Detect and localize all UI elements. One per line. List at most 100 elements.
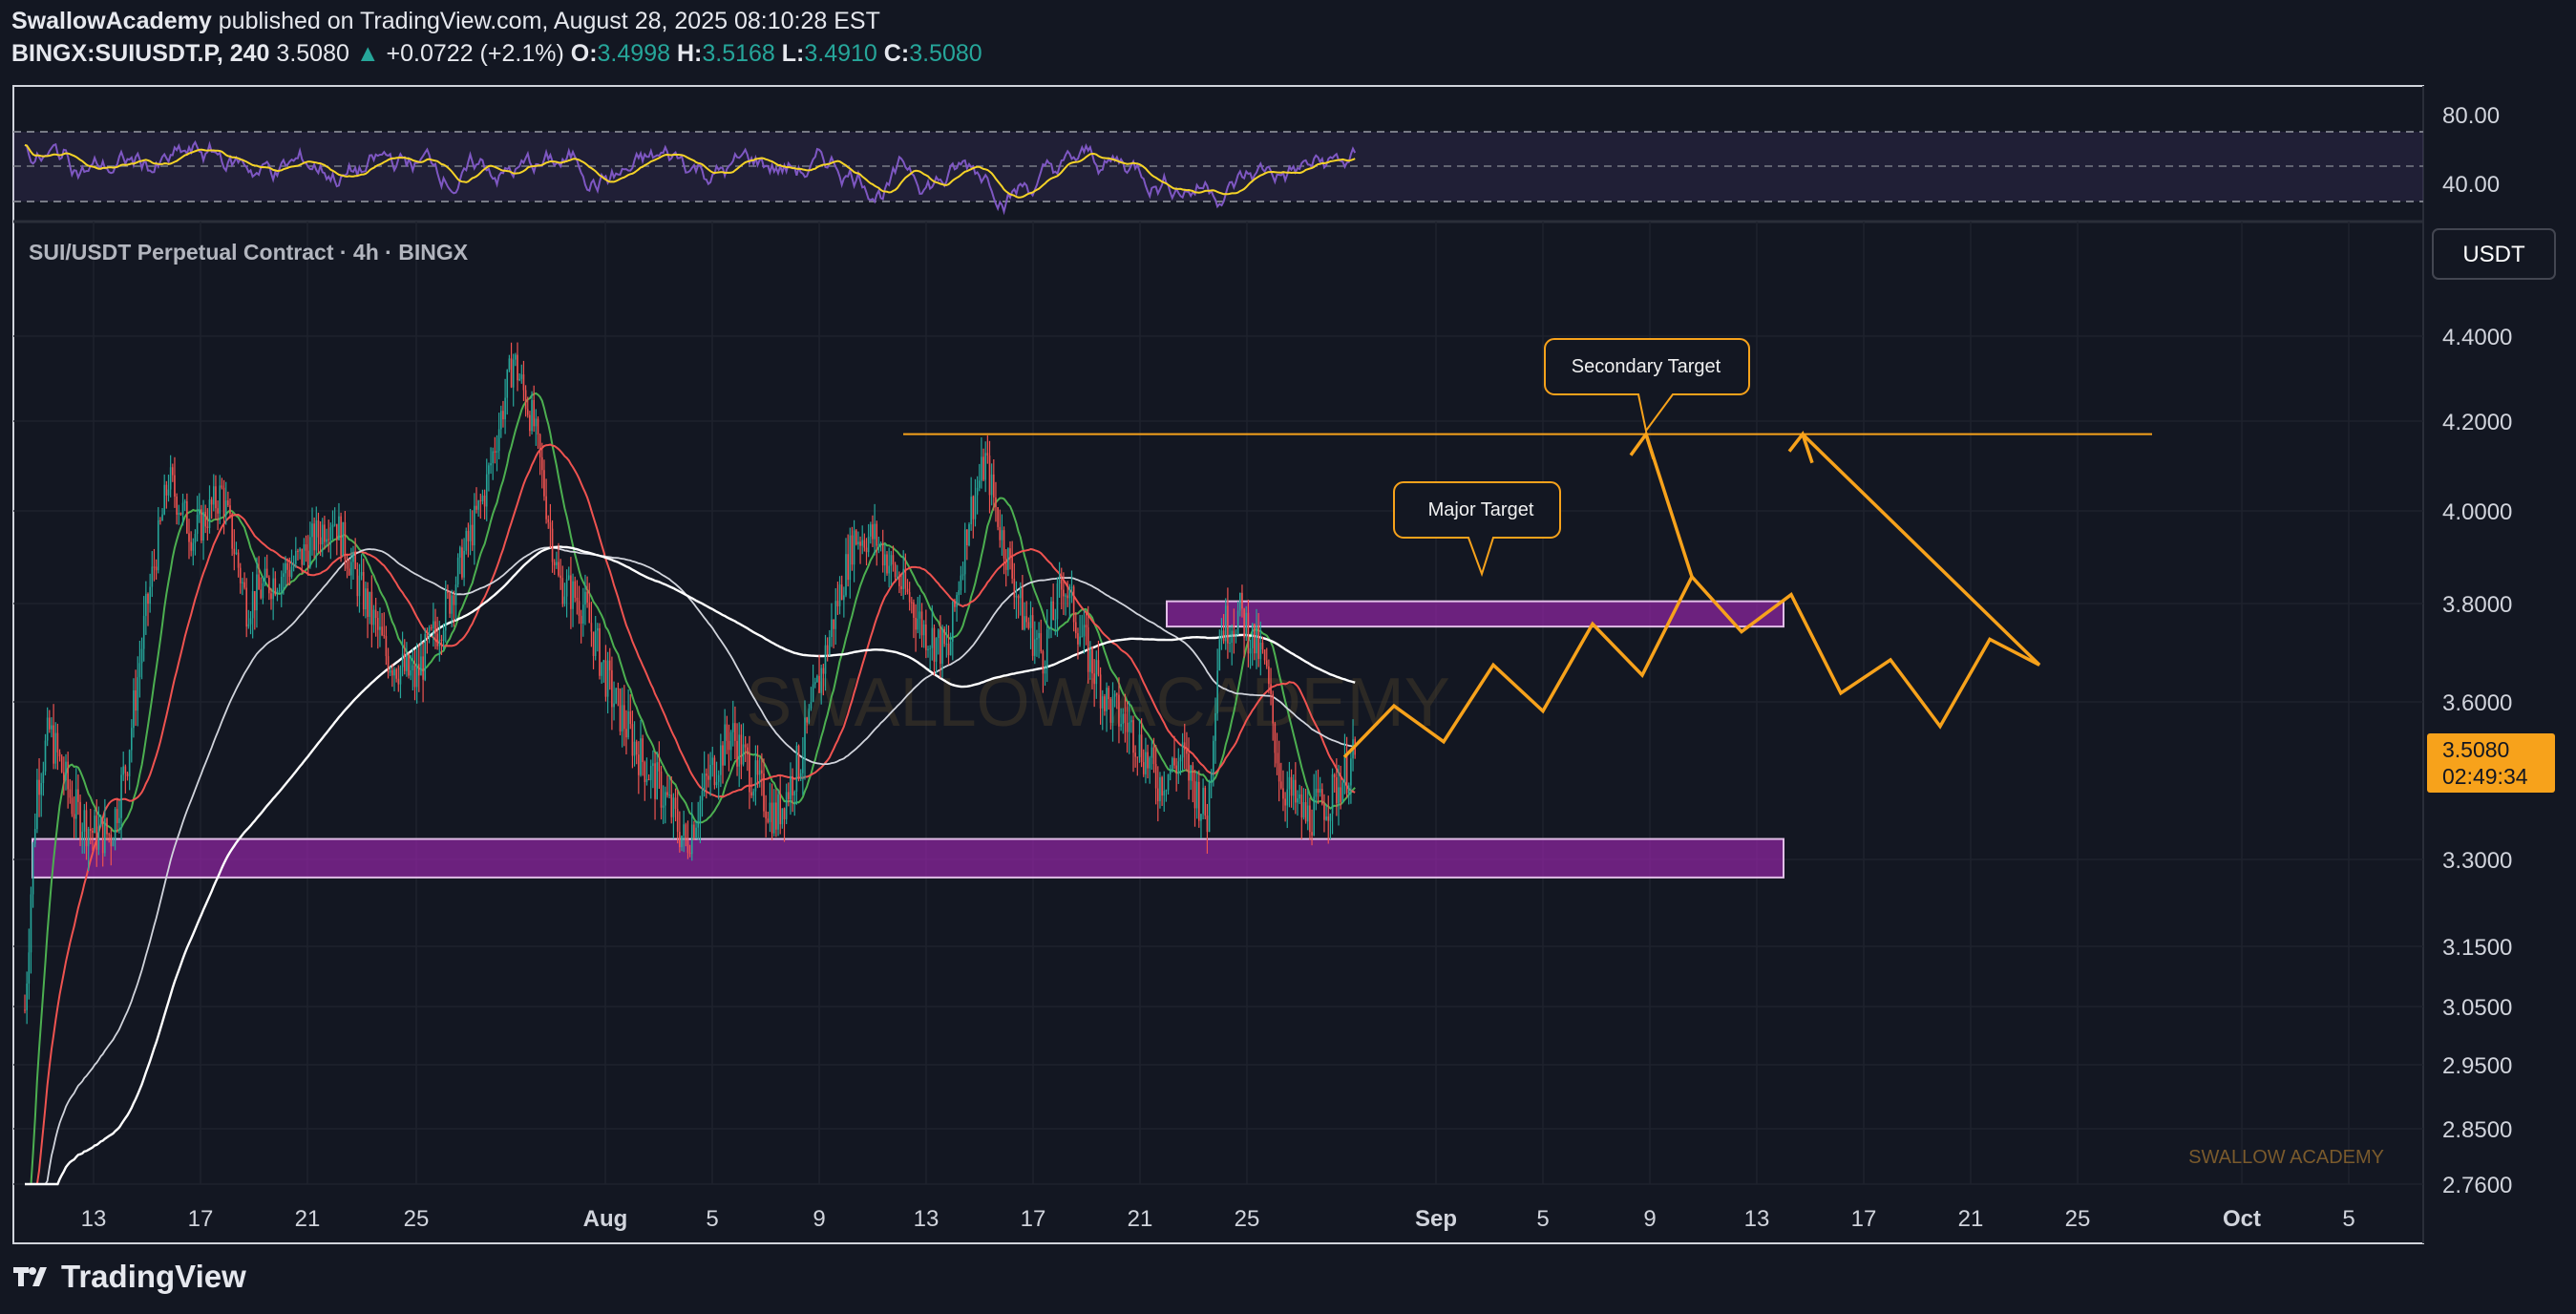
candle [1304, 788, 1307, 824]
candle [181, 493, 184, 526]
time-tick-9: 21 [1128, 1206, 1153, 1232]
candle [81, 822, 83, 854]
candle [584, 574, 586, 625]
last-price-tag-value: 3.5080 [2442, 737, 2509, 762]
candle [190, 531, 192, 557]
zone-resistance[interactable] [1166, 600, 1784, 628]
candle [92, 827, 94, 852]
candle [1003, 526, 1005, 575]
zone-support[interactable] [32, 837, 1784, 879]
candle [1213, 735, 1214, 787]
candle [449, 590, 451, 619]
candle [529, 411, 531, 436]
candle [128, 749, 131, 791]
major-target-callout[interactable]: Major Target [1393, 481, 1561, 578]
candle [1297, 790, 1299, 816]
candle [268, 575, 270, 601]
candle [110, 827, 113, 866]
candle [451, 589, 453, 627]
candle [1338, 764, 1340, 826]
candle [1056, 577, 1059, 637]
candle [167, 475, 170, 502]
chart-canvas[interactable]: 80.00 40.00 SUI/USDT Perpetual Contract … [0, 0, 2576, 1314]
candle [204, 504, 206, 534]
candle [1013, 562, 1016, 609]
candle [1216, 648, 1218, 721]
candle [715, 761, 718, 789]
candle [447, 584, 449, 600]
tradingview-logo[interactable]: TradingView [11, 1259, 246, 1295]
candle [401, 631, 404, 677]
candle [785, 783, 788, 825]
candle [920, 603, 923, 648]
candle [254, 590, 256, 630]
candle [765, 795, 767, 837]
candle [738, 722, 740, 788]
pane-title: SUI/USDT Perpetual Contract · 4h · BINGX [29, 240, 469, 265]
candle [465, 527, 468, 555]
secondary-target-box[interactable] [1544, 338, 1750, 434]
candle [135, 669, 137, 727]
candle [233, 529, 236, 571]
candle [703, 751, 706, 797]
candle [1147, 744, 1149, 779]
price-tick-0: 4.4000 [2442, 325, 2512, 350]
candle [720, 733, 722, 788]
candle [615, 688, 617, 705]
candle [163, 474, 165, 516]
price-tick-2: 4.0000 [2442, 499, 2512, 525]
candle [54, 722, 57, 770]
candle [662, 785, 665, 824]
candle [652, 750, 654, 789]
candle [433, 603, 434, 647]
candle [775, 789, 777, 837]
candle [855, 529, 857, 546]
candle [1331, 768, 1334, 835]
candle [635, 739, 638, 765]
candle [560, 559, 561, 590]
candle [724, 709, 726, 766]
candle [908, 582, 911, 611]
time-axis[interactable]: 13 17 21 25 Aug 5 9 13 17 21 25 Sep 5 9 13 17 21 25 Oct 5 [81, 1206, 2355, 1232]
candle [541, 442, 543, 489]
rsi-pane[interactable]: 80.00 40.00 [13, 103, 2500, 216]
candle [42, 761, 45, 796]
secondary-target-callout[interactable]: Secondary Target [1544, 338, 1750, 434]
candle [303, 538, 306, 566]
currency-button-label[interactable]: USDT [2462, 242, 2525, 267]
candle [239, 562, 242, 594]
candle [1300, 786, 1303, 839]
candle [1292, 774, 1295, 811]
candle [153, 548, 156, 582]
candle [418, 644, 420, 692]
candle [38, 758, 40, 817]
candle [611, 656, 613, 731]
candle [456, 553, 459, 588]
major-target-box[interactable] [1393, 481, 1561, 578]
candle [176, 493, 178, 525]
candle [179, 512, 182, 517]
candle [933, 624, 936, 676]
rsi-tick-40: 40.00 [2442, 172, 2500, 198]
candle [122, 752, 124, 781]
candle [367, 582, 369, 639]
candle [114, 807, 116, 851]
candle [551, 519, 554, 573]
candle [381, 612, 383, 637]
candle [490, 447, 492, 475]
candle [695, 820, 697, 839]
candle [65, 753, 67, 791]
price-tick-5: 3.3000 [2442, 848, 2512, 874]
candle [157, 507, 159, 574]
candle [1011, 540, 1013, 584]
candle [553, 559, 556, 575]
candle [1204, 785, 1207, 819]
currency-button[interactable]: USDT [2432, 228, 2556, 280]
candle [1282, 770, 1284, 812]
candle [36, 768, 38, 834]
candle [469, 508, 472, 556]
candle [504, 378, 506, 434]
candle [106, 816, 108, 841]
candle [888, 547, 890, 588]
candle [906, 579, 909, 595]
